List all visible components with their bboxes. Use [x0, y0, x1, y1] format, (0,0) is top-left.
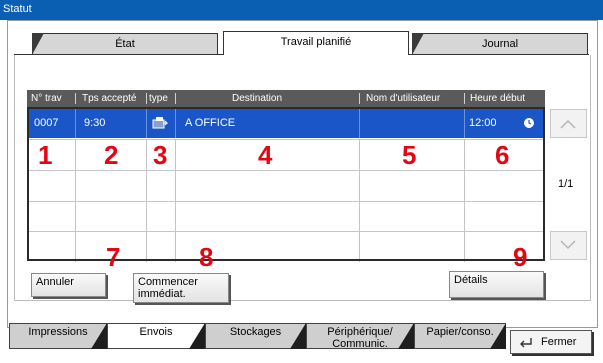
chevron-down-icon [560, 240, 576, 250]
tab-journal[interactable]: Journal [412, 33, 588, 55]
callout-9: 9 [513, 242, 528, 272]
tab-papier-conso-label: Papier/conso. [426, 326, 494, 338]
row-separator [464, 108, 465, 138]
row-separator [175, 171, 176, 201]
tab-envois[interactable]: Envois [107, 323, 205, 349]
callout-2: 2 [104, 140, 119, 170]
callout-8: 8 [199, 242, 214, 272]
cancel-button[interactable]: Annuler [31, 273, 106, 297]
tab-etat[interactable]: État [32, 33, 218, 55]
col-header-accepted-time: Tps accepté [82, 93, 137, 104]
cell-accepted-time: 9:30 [84, 117, 106, 129]
scroll-up-button[interactable] [550, 109, 587, 138]
tab-corner [189, 323, 205, 349]
tab-peripherique-label-line1: Périphérique/ [327, 326, 393, 338]
cell-start-time: 12:00 [469, 117, 497, 129]
row-separator [464, 232, 465, 262]
callout-5: 5 [402, 140, 417, 170]
title-bar: Statut [0, 0, 603, 20]
row-separator [75, 202, 76, 232]
row-separator [175, 202, 176, 232]
row-separator [146, 232, 147, 262]
tab-stockages-label: Stockages [229, 326, 282, 338]
tab-etat-label: État [115, 38, 135, 50]
header-separator [146, 93, 147, 104]
callout-7: 7 [106, 242, 121, 272]
tab-corner [32, 33, 44, 55]
row-separator [146, 108, 147, 138]
header-separator [175, 93, 176, 104]
tab-envois-label: Envois [139, 326, 173, 338]
close-button[interactable]: Fermer [510, 330, 592, 354]
row-separator [359, 202, 360, 232]
row-separator [359, 232, 360, 262]
col-header-job-no: N° trav [31, 93, 62, 104]
tab-travail-planifie-label: Travail planifié [280, 36, 352, 48]
row-separator [75, 140, 76, 170]
row-separator [464, 171, 465, 201]
clock-icon [524, 118, 534, 128]
callout-3: 3 [153, 140, 168, 170]
row-separator [175, 232, 176, 262]
row-separator [146, 202, 147, 232]
start-now-label-line1: Commencer [138, 276, 198, 288]
header-separator [75, 93, 76, 104]
col-header-user: Nom d'utilisateur [366, 93, 441, 104]
tab-impressions[interactable]: Impressions [9, 323, 107, 349]
row-separator [359, 108, 360, 138]
callout-1: 1 [38, 140, 53, 170]
start-now-button[interactable]: Commencer immédiat. [133, 273, 229, 303]
row-separator [75, 108, 76, 138]
row-separator [175, 140, 176, 170]
page-indicator: 1/1 [558, 178, 574, 190]
cancel-button-label: Annuler [36, 276, 74, 288]
cell-destination: A OFFICE [185, 117, 236, 129]
table-row[interactable] [27, 170, 545, 201]
header-separator [359, 93, 360, 104]
close-button-label: Fermer [541, 336, 577, 348]
col-header-type: type [149, 93, 168, 104]
tab-peripherique-label-line2: Communic. [332, 338, 388, 350]
return-arrow-icon [520, 338, 532, 348]
tab-stockages[interactable]: Stockages [205, 323, 306, 349]
row-separator [75, 171, 76, 201]
details-button-label: Détails [454, 274, 488, 286]
header-separator [464, 93, 465, 104]
table-row[interactable] [27, 201, 545, 232]
row-separator [75, 232, 76, 262]
tab-travail-planifie[interactable]: Travail planifié [223, 31, 409, 55]
tab-corner [290, 323, 306, 349]
row-separator [464, 140, 465, 170]
start-now-label-line2: immédiat. [138, 288, 186, 300]
callout-4: 4 [258, 140, 273, 170]
callout-6: 6 [495, 140, 510, 170]
table-row-selected[interactable]: 0007 9:30 A OFFICE 12:00 [27, 108, 545, 138]
scroll-down-button[interactable] [550, 231, 587, 260]
fax-send-icon [152, 117, 168, 129]
row-separator [146, 140, 147, 170]
tab-corner [91, 323, 107, 349]
tab-papier-conso[interactable]: Papier/conso. [414, 323, 506, 349]
row-separator [146, 171, 147, 201]
row-separator [464, 202, 465, 232]
col-header-destination: Destination [232, 93, 283, 104]
chevron-up-icon [560, 119, 576, 129]
tab-corner [412, 33, 424, 55]
row-separator [175, 108, 176, 138]
tab-corner [398, 323, 414, 349]
tab-impressions-label: Impressions [28, 326, 88, 338]
table-row[interactable] [27, 231, 545, 262]
col-header-start-time: Heure début [470, 93, 526, 104]
row-separator [359, 140, 360, 170]
cell-job-no: 0007 [34, 117, 59, 129]
tab-journal-label: Journal [481, 38, 519, 50]
details-button[interactable]: Détails [449, 271, 544, 298]
window-title: Statut [3, 3, 32, 15]
row-separator [359, 171, 360, 201]
table-header: N° trav Tps accepté type Destination Nom… [27, 90, 545, 107]
tab-peripherique[interactable]: Périphérique/ Communic. [306, 323, 414, 350]
